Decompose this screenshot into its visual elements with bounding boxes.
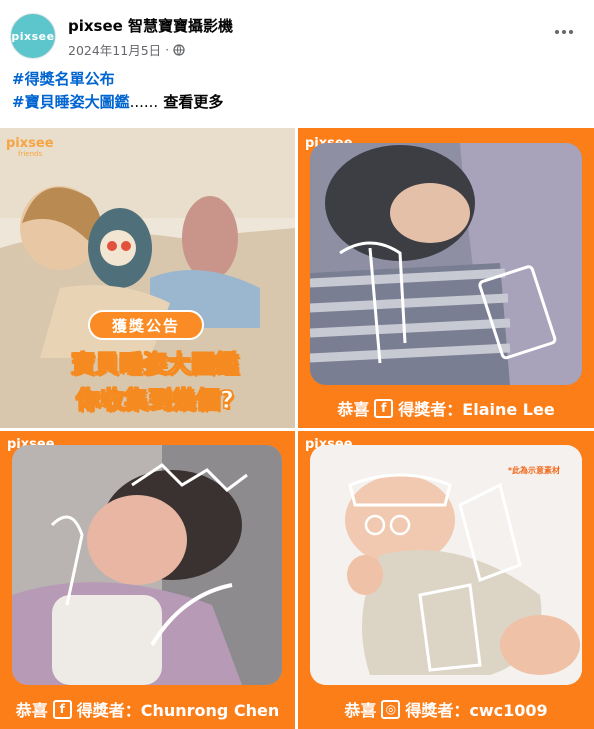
see-more-link[interactable]: 查看更多 — [163, 93, 223, 111]
post-meta: 2024年11月5日 · — [68, 40, 185, 59]
more-options-button[interactable] — [550, 22, 578, 42]
photo-announcement[interactable]: pixsee friends 獲獎公告 寶貝睡姿大圖鑑 你收集到幾個? — [0, 128, 295, 428]
hashtag-sleep-poses[interactable]: #寶貝睡姿大圖鑑 — [12, 93, 130, 111]
sleeping-baby-photo: *此為示意素材 — [310, 445, 582, 685]
hashtag-winners[interactable]: #得獎名單公布 — [12, 70, 115, 88]
award-announcement-badge: 獲獎公告 — [88, 310, 204, 340]
photo-winner-1[interactable]: pixseefriends 恭喜 f 得獎者：Elaine Lee — [298, 128, 594, 428]
facebook-post: pixsee pixsee 智慧寶寶攝影機 2024年11月5日 · #得獎名單… — [0, 0, 594, 729]
pixsee-friends-logo: pixseefriends — [6, 136, 54, 158]
winner-caption-3: 恭喜 ◎ 得獎者：cwc1009 — [298, 697, 594, 721]
winner-caption-2: 恭喜 f 得獎者：Chunrong Chen — [0, 697, 295, 721]
winner-caption-1: 恭喜 f 得獎者：Elaine Lee — [298, 396, 594, 420]
instagram-icon: ◎ — [381, 699, 401, 719]
sample-material-note: *此為示意素材 — [507, 466, 560, 475]
headline-line2: 你收集到幾個? — [76, 386, 235, 415]
sleeping-baby-photo — [310, 143, 582, 385]
sleeping-baby-photo — [12, 445, 282, 685]
post-caption: #得獎名單公布 #寶貝睡姿大圖鑑...... 查看更多 — [12, 68, 223, 114]
post-date[interactable]: 2024年11月5日 — [68, 40, 161, 59]
winner-name: 得獎者：Chunrong Chen — [76, 701, 280, 720]
page-avatar[interactable]: pixsee — [10, 13, 56, 59]
photo-winner-3[interactable]: pixseefriends *此為示意素材 恭喜 — [298, 431, 594, 729]
page-name-link[interactable]: pixsee 智慧寶寶攝影機 — [68, 15, 233, 36]
photo-grid: pixseefriends 獲獎公告 寶貝睡姿大圖鑑 你收集到幾個? pixse… — [0, 128, 594, 729]
headline-line1: 寶貝睡姿大圖鑑 — [71, 350, 240, 379]
congrats-text: 恭喜 — [15, 701, 48, 720]
photo-winner-2[interactable]: pixseefriends 恭喜 f 得獎者：Chunrong — [0, 431, 295, 729]
globe-icon — [173, 43, 185, 56]
congrats-text: 恭喜 — [337, 400, 370, 419]
avatar-logo-text: pixsee — [11, 29, 55, 43]
congrats-text: 恭喜 — [344, 701, 377, 720]
winner-name: 得獎者：cwc1009 — [405, 701, 548, 720]
winner-name: 得獎者：Elaine Lee — [398, 400, 555, 419]
more-options-icon — [555, 30, 559, 34]
facebook-icon: f — [52, 699, 72, 719]
caption-ellipsis: ...... — [129, 93, 159, 111]
facebook-icon: f — [374, 398, 394, 418]
meta-separator: · — [165, 42, 170, 57]
